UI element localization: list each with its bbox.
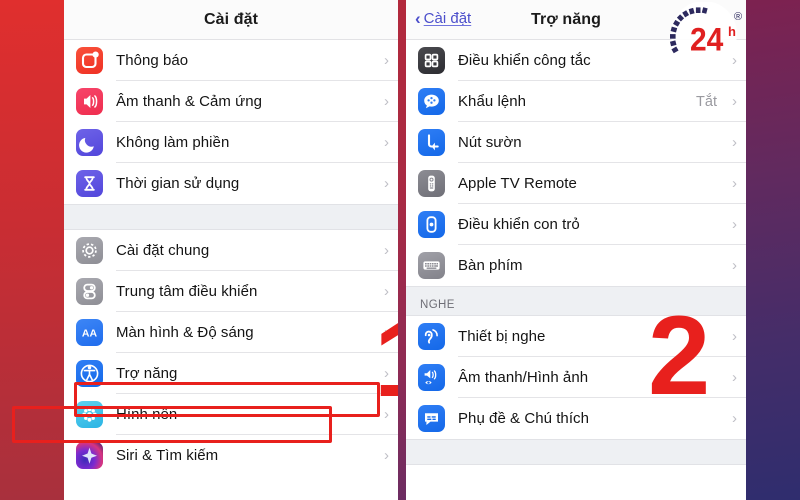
chevron-right-icon: › — [732, 369, 737, 386]
row-label: Phụ đề & Chú thích — [458, 410, 589, 427]
switch-control-icon — [418, 47, 445, 74]
right-phone-screen: ‹ Cài đặt Trợ năng Điều khiển công tắc ›… — [406, 0, 746, 500]
background-band-left — [0, 0, 64, 500]
chevron-right-icon: › — [732, 410, 737, 427]
sidebar-item-notifications[interactable]: Thông báo › — [64, 40, 398, 81]
chevron-right-icon: › — [384, 447, 389, 464]
row-label: Không làm phiền — [116, 134, 230, 151]
chevron-right-icon: › — [384, 52, 389, 69]
sidebar-item-display-brightness[interactable]: AA Màn hình & Độ sáng › — [64, 312, 398, 353]
accessibility-icon — [76, 360, 103, 387]
chevron-right-icon: › — [384, 365, 389, 382]
chevron-right-icon: › — [732, 134, 737, 151]
list-item-switch-control[interactable]: Điều khiển công tắc › — [406, 40, 746, 81]
chevron-right-icon: › — [732, 175, 737, 192]
left-page-title: Cài đặt — [203, 11, 259, 28]
do-not-disturb-icon — [76, 129, 103, 156]
chevron-right-icon: › — [732, 93, 737, 110]
list-item-side-button[interactable]: Nút sườn › — [406, 122, 746, 163]
row-label: Nút sườn — [458, 134, 522, 151]
chevron-right-icon: › — [732, 216, 737, 233]
chevron-left-icon: ‹ — [415, 9, 421, 28]
siri-search-icon — [76, 442, 103, 469]
sidebar-item-wallpaper[interactable]: Hình nền › — [64, 394, 398, 435]
right-accessibility-list: Điều khiển công tắc › Khẩu lệnh Tắt › Nú… — [406, 40, 746, 465]
chevron-right-icon: › — [384, 242, 389, 259]
row-label: Thiết bị nghe — [458, 328, 546, 345]
list-item-subtitles-captioning[interactable]: Phụ đề & Chú thích › — [406, 398, 746, 439]
list-item-keyboard[interactable]: Bàn phím › — [406, 245, 746, 286]
keyboard-icon — [418, 252, 445, 279]
sidebar-item-do-not-disturb[interactable]: Không làm phiền › — [64, 122, 398, 163]
row-label: Bàn phím — [458, 257, 523, 274]
subtitles-captioning-icon — [418, 405, 445, 432]
row-label: Trung tâm điều khiển — [116, 283, 258, 300]
chevron-right-icon: › — [384, 406, 389, 423]
sidebar-item-screen-time[interactable]: Thời gian sử dụng › — [64, 163, 398, 204]
section-header-hearing: NGHE — [406, 286, 746, 316]
row-label: Màn hình & Độ sáng — [116, 324, 254, 341]
left-phone-screen: Cài đặt Thông báo › Âm thanh & Cảm ứng ›… — [64, 0, 398, 500]
control-center-icon — [76, 278, 103, 305]
sidebar-item-sounds-haptics[interactable]: Âm thanh & Cảm ứng › — [64, 81, 398, 122]
left-settings-list: Thông báo › Âm thanh & Cảm ứng › Không l… — [64, 40, 398, 476]
screen-time-icon — [76, 170, 103, 197]
notifications-icon — [76, 47, 103, 74]
chevron-right-icon: › — [732, 328, 737, 345]
list-item-apple-tv-remote[interactable]: Apple TV Remote › — [406, 163, 746, 204]
side-button-icon — [418, 129, 445, 156]
row-label: Âm thanh & Cảm ứng — [116, 93, 263, 110]
row-label: Điều khiển công tắc — [458, 52, 591, 69]
section-title: NGHE — [420, 299, 455, 311]
row-label: Hình nền — [116, 406, 178, 423]
sidebar-item-siri-search[interactable]: Siri & Tìm kiếm › — [64, 435, 398, 476]
chevron-right-icon: › — [732, 52, 737, 69]
group-gap — [64, 204, 398, 230]
chevron-right-icon: › — [384, 324, 389, 341]
voice-control-icon — [418, 88, 445, 115]
row-label: Apple TV Remote — [458, 175, 577, 192]
background-band-right — [746, 0, 800, 500]
row-label: Âm thanh/Hình ảnh — [458, 369, 589, 386]
audio-visual-icon — [418, 364, 445, 391]
list-item-voice-control[interactable]: Khẩu lệnh Tắt › — [406, 81, 746, 122]
chevron-right-icon: › — [732, 257, 737, 274]
row-label: Thông báo — [116, 52, 189, 69]
hearing-devices-icon — [418, 323, 445, 350]
display-brightness-icon: AA — [76, 319, 103, 346]
chevron-right-icon: › — [384, 93, 389, 110]
list-item-audio-visual[interactable]: Âm thanh/Hình ảnh › — [406, 357, 746, 398]
sidebar-item-general[interactable]: Cài đặt chung › — [64, 230, 398, 271]
list-item-pointer-control[interactable]: Điều khiển con trỏ › — [406, 204, 746, 245]
right-page-title: Trợ năng — [531, 11, 601, 28]
general-gear-icon — [76, 237, 103, 264]
row-label: Khẩu lệnh — [458, 93, 527, 110]
apple-tv-remote-icon — [418, 170, 445, 197]
chevron-right-icon: › — [384, 175, 389, 192]
screenshot-stage: Cài đặt Thông báo › Âm thanh & Cảm ứng ›… — [0, 0, 800, 500]
sidebar-item-control-center[interactable]: Trung tâm điều khiển › — [64, 271, 398, 312]
wallpaper-icon — [76, 401, 103, 428]
panel-divider — [398, 0, 406, 500]
row-label: Siri & Tìm kiếm — [116, 447, 219, 464]
row-value: Tắt — [696, 93, 717, 110]
sidebar-item-accessibility[interactable]: Trợ năng › — [64, 353, 398, 394]
left-navbar: Cài đặt — [64, 0, 398, 40]
chevron-right-icon: › — [384, 134, 389, 151]
sounds-haptics-icon — [76, 88, 103, 115]
list-item-hearing-devices[interactable]: Thiết bị nghe › — [406, 316, 746, 357]
row-label: Cài đặt chung — [116, 242, 210, 259]
svg-text:AA: AA — [82, 328, 98, 340]
pointer-control-icon — [418, 211, 445, 238]
group-gap-bottom — [406, 439, 746, 465]
row-label: Điều khiển con trỏ — [458, 216, 580, 233]
chevron-right-icon: › — [384, 283, 389, 300]
right-navbar: ‹ Cài đặt Trợ năng — [406, 0, 746, 40]
row-label: Trợ năng — [116, 365, 178, 382]
row-label: Thời gian sử dụng — [116, 175, 240, 192]
